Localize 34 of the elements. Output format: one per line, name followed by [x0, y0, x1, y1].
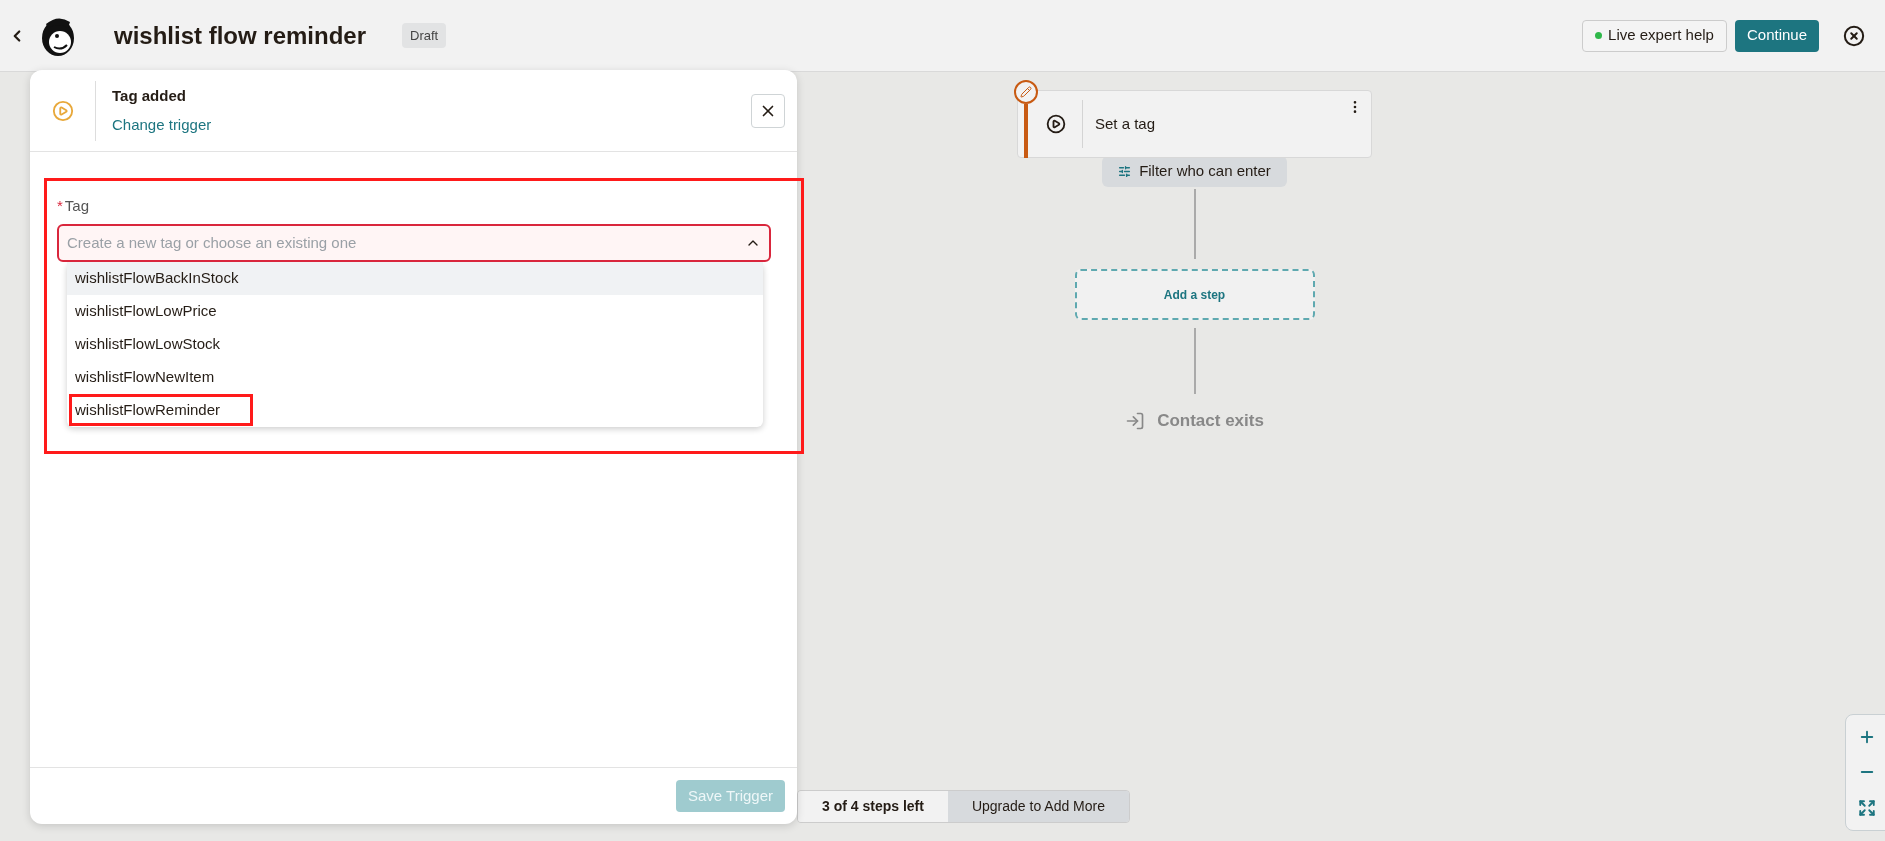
steps-left-label: 3 of 4 steps left	[798, 791, 948, 822]
close-button[interactable]	[751, 93, 785, 128]
step-card[interactable]: Set a tag	[1017, 90, 1372, 158]
close-icon[interactable]	[1843, 24, 1865, 47]
fit-view-icon[interactable]	[1858, 799, 1876, 818]
upgrade-button[interactable]: Upgrade to Add More	[947, 791, 1129, 822]
exit-icon	[1125, 410, 1146, 431]
option-label: wishlistFlowReminder	[72, 396, 251, 424]
flow-title: wishlist flow reminder	[114, 20, 367, 51]
label-text: Tag	[64, 196, 90, 216]
change-trigger-link[interactable]: Change trigger	[112, 113, 212, 136]
option-label: wishlistFlowLowPrice	[74, 300, 218, 321]
tag-option[interactable]: wishlistFlowLowPrice	[67, 294, 763, 328]
tag-option[interactable]: wishlistFlowLowStock	[67, 327, 763, 361]
step-title: Set a tag	[1095, 113, 1156, 134]
tag-field[interactable]: Create a new tag or choose an existing one	[57, 223, 771, 262]
trigger-icon	[51, 99, 74, 122]
continue-button[interactable]: Continue	[1734, 19, 1819, 52]
pencil-icon[interactable]	[1014, 80, 1038, 104]
option-label: wishlistFlowBackInStock	[74, 267, 240, 288]
option-label: wishlistFlowNewItem	[74, 366, 216, 387]
required-mark: *	[57, 196, 63, 216]
tag-option[interactable]: wishlistFlowNewItem	[67, 360, 763, 394]
sliders-icon	[1118, 165, 1132, 178]
play-icon	[1046, 114, 1066, 134]
status-badge: Draft	[402, 22, 447, 49]
tag-option[interactable]: wishlistFlowBackInStock	[67, 261, 763, 295]
option-label: wishlistFlowLowStock	[74, 333, 222, 354]
add-step-button[interactable]: Add a step	[1074, 269, 1315, 320]
filter-button[interactable]: Filter who can enter	[1102, 156, 1287, 187]
exit-label: Contact exits	[1157, 410, 1264, 432]
live-help-button[interactable]: Live expert help	[1582, 19, 1727, 52]
trigger-name: Tag added	[112, 86, 187, 106]
tag-option[interactable]: wishlistFlowReminder	[67, 393, 763, 427]
